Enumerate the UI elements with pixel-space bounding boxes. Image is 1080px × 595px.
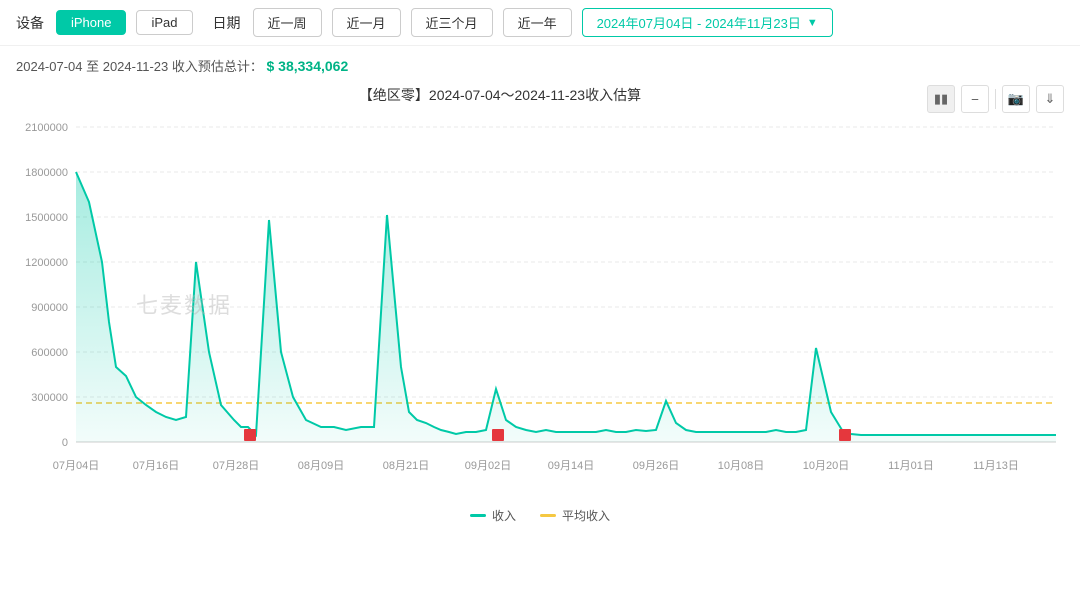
week-button[interactable]: 近一周	[253, 8, 322, 37]
svg-text:1500000: 1500000	[25, 212, 68, 224]
svg-text:07月04日: 07月04日	[53, 460, 99, 472]
chevron-down-icon: ▼	[807, 17, 818, 29]
svg-text:2100000: 2100000	[25, 122, 68, 134]
legend-revenue: 收入	[470, 507, 516, 524]
date-range-label: 2024年07月04日 - 2024年11月23日	[597, 13, 801, 32]
svg-text:07月28日: 07月28日	[213, 460, 259, 472]
revenue-label: 收入	[492, 507, 516, 524]
ipad-button[interactable]: iPad	[136, 10, 192, 35]
revenue-dot	[470, 514, 486, 517]
device-label: 设备	[16, 13, 44, 33]
svg-text:11月01日: 11月01日	[888, 460, 934, 472]
legend-avg: 平均收入	[540, 507, 610, 524]
svg-text:0: 0	[62, 437, 68, 449]
svg-text:07月16日: 07月16日	[133, 460, 179, 472]
svg-text:09月14日: 09月14日	[548, 460, 594, 472]
chart-area: 七麦数据 2100000 1800000 1500000 1200000 900…	[16, 109, 1064, 499]
date-label: 日期	[213, 13, 241, 33]
svg-text:09月26日: 09月26日	[633, 460, 679, 472]
toolbar: 设备 iPhone iPad 日期 近一周 近一月 近三个月 近一年 2024年…	[0, 0, 1080, 46]
summary-amount: $ 38,334,062	[267, 58, 349, 74]
svg-text:1200000: 1200000	[25, 257, 68, 269]
svg-text:10月08日: 10月08日	[718, 460, 764, 472]
divider	[995, 89, 996, 109]
date-range-button[interactable]: 2024年07月04日 - 2024年11月23日 ▼	[582, 8, 833, 37]
three-month-button[interactable]: 近三个月	[411, 8, 493, 37]
svg-text:09月02日: 09月02日	[465, 460, 511, 472]
svg-text:300000: 300000	[31, 392, 68, 404]
iphone-button[interactable]: iPhone	[56, 10, 126, 35]
year-button[interactable]: 近一年	[503, 8, 572, 37]
avg-dot	[540, 514, 556, 517]
summary-text: 2024-07-04 至 2024-11-23 收入预估总计：	[16, 59, 263, 74]
svg-text:600000: 600000	[31, 347, 68, 359]
svg-text:10月20日: 10月20日	[803, 460, 849, 472]
svg-text:08月21日: 08月21日	[383, 460, 429, 472]
chart-svg: 2100000 1800000 1500000 1200000 900000 6…	[16, 109, 1064, 499]
svg-text:08月09日: 08月09日	[298, 460, 344, 472]
summary-row: 2024-07-04 至 2024-11-23 收入预估总计： $ 38,334…	[0, 46, 1080, 85]
svg-text:900000: 900000	[31, 302, 68, 314]
svg-text:11月13日: 11月13日	[973, 460, 1019, 472]
chart-legend: 收入 平均收入	[16, 507, 1064, 524]
month-button[interactable]: 近一月	[332, 8, 401, 37]
avg-label: 平均收入	[562, 507, 610, 524]
chart-container: 【绝区零】2024-07-04～2024-11-23收入估算 ▮▮ ⎯ 📷 ⇓ …	[16, 85, 1064, 524]
svg-text:1800000: 1800000	[25, 167, 68, 179]
chart-title: 【绝区零】2024-07-04～2024-11-23收入估算	[16, 85, 984, 105]
